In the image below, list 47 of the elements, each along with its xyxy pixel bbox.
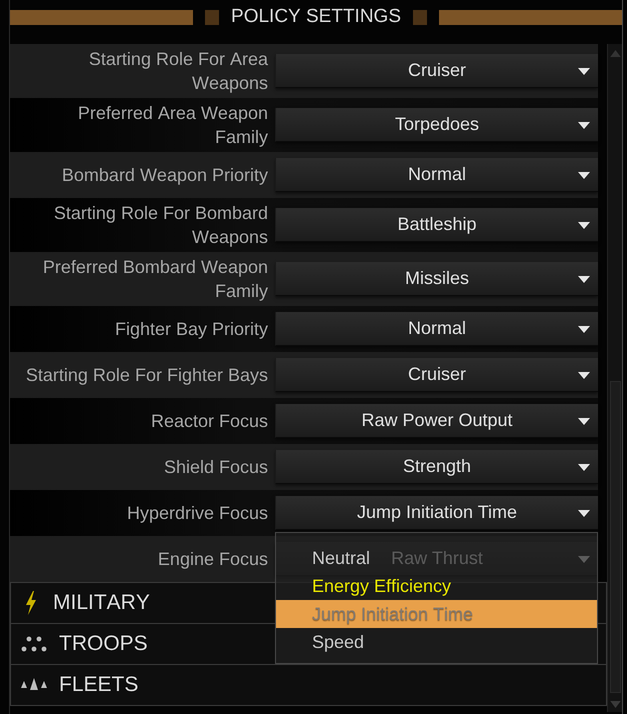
dropdown[interactable]: Torpedoes bbox=[275, 108, 598, 142]
caret-icon bbox=[578, 326, 590, 333]
caret-icon bbox=[578, 464, 590, 471]
section-title[interactable]: FLEETS bbox=[59, 673, 138, 697]
setting-label: Hyperdrive Focus bbox=[126, 502, 268, 525]
caret-icon bbox=[578, 172, 590, 179]
dropdown[interactable]: Raw Power Output bbox=[275, 404, 598, 438]
caret-icon bbox=[578, 122, 590, 129]
setting-label: Starting Role For Fighter Bays bbox=[24, 364, 268, 387]
setting-label: Engine Focus bbox=[156, 548, 268, 571]
scroll-up-icon[interactable] bbox=[610, 50, 620, 57]
caret-icon bbox=[578, 372, 590, 379]
menu-option[interactable]: Neutral bbox=[312, 544, 374, 572]
menu-option[interactable]: Energy Efficiency bbox=[312, 572, 456, 600]
dropdown[interactable]: Cruiser bbox=[275, 358, 598, 392]
scrollbar-thumb[interactable] bbox=[610, 381, 620, 693]
setting-label: Bombard Weapon Priority bbox=[60, 164, 268, 187]
dropdown[interactable]: Normal bbox=[275, 312, 598, 346]
lightning-bolt-icon bbox=[25, 591, 37, 615]
caret-icon bbox=[578, 276, 590, 283]
panel-title: POLICY SETTINGS bbox=[231, 5, 401, 29]
scroll-down-icon[interactable] bbox=[610, 701, 620, 708]
caret-icon bbox=[578, 510, 590, 517]
square-ornament-icon bbox=[413, 10, 427, 24]
square-ornament-icon bbox=[205, 10, 220, 24]
setting-label: Starting Role For Bombard Weapons bbox=[52, 202, 268, 249]
setting-label: Fighter Bay Priority bbox=[114, 318, 268, 341]
setting-label: Reactor Focus bbox=[150, 410, 268, 433]
section-title[interactable]: MILITARY bbox=[53, 591, 150, 615]
dropdown[interactable]: Strength bbox=[275, 450, 598, 484]
dropdown[interactable]: Jump Initiation Time bbox=[275, 496, 598, 530]
dropdown[interactable]: Battleship bbox=[275, 208, 598, 242]
scrollbar-track[interactable] bbox=[607, 44, 622, 712]
dropdown[interactable]: Missiles bbox=[275, 262, 598, 296]
setting-label: Preferred Bombard Weapon Family bbox=[42, 256, 268, 303]
setting-label: Preferred Area Weapon Family bbox=[76, 102, 268, 149]
caret-icon bbox=[578, 68, 590, 75]
section-title[interactable]: TROOPS bbox=[59, 632, 148, 656]
dropdown[interactable]: Normal bbox=[275, 158, 598, 192]
triangles-icon bbox=[21, 678, 47, 692]
caret-icon bbox=[578, 222, 590, 229]
dropdown[interactable]: Cruiser bbox=[275, 54, 598, 88]
dots-icon bbox=[21, 636, 47, 652]
setting-label: Shield Focus bbox=[162, 456, 268, 479]
menu-option[interactable]: Speed bbox=[312, 628, 368, 656]
caret-icon bbox=[578, 418, 590, 425]
setting-label: Starting Role For Area Weapons bbox=[88, 48, 268, 95]
